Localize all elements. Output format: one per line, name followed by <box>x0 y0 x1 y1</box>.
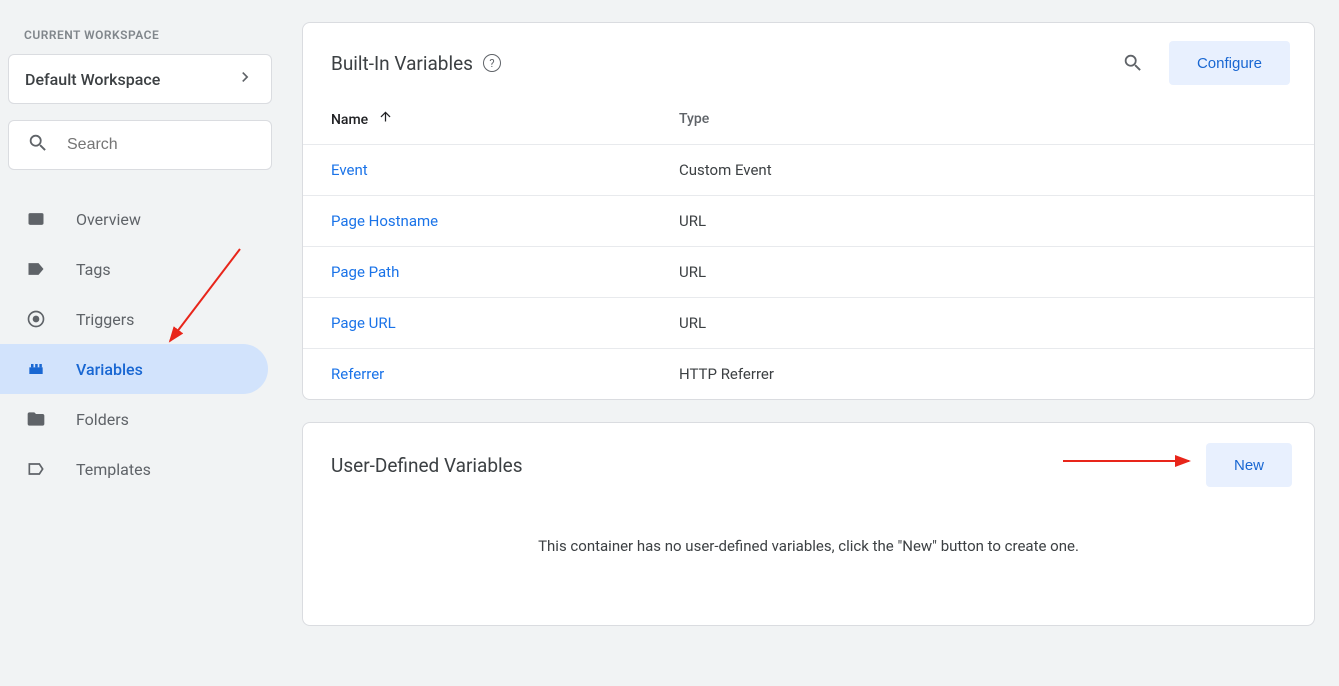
udv-title: User-Defined Variables <box>331 454 523 477</box>
sidebar-item-label: Overview <box>76 210 141 229</box>
builtin-variables-table: Name Type Event Custom Event Page Hostna… <box>303 93 1314 399</box>
folder-icon <box>24 407 48 431</box>
udv-card-header: User-Defined Variables New <box>303 423 1314 487</box>
variable-type: URL <box>679 196 1314 247</box>
tag-icon <box>24 257 48 281</box>
variable-link[interactable]: Event <box>331 161 368 179</box>
variable-link[interactable]: Page Hostname <box>331 212 438 230</box>
column-name[interactable]: Name <box>303 93 679 145</box>
variable-type: URL <box>679 298 1314 349</box>
variable-icon <box>24 357 48 381</box>
trigger-icon <box>24 307 48 331</box>
builtin-title: Built-In Variables ? <box>331 52 501 75</box>
sidebar-item-label: Folders <box>76 410 129 429</box>
search-icon <box>27 132 67 158</box>
builtin-search-button[interactable] <box>1113 43 1153 83</box>
variable-link[interactable]: Page URL <box>331 314 396 332</box>
table-row[interactable]: Referrer HTTP Referrer <box>303 349 1314 400</box>
dashboard-icon <box>24 207 48 231</box>
search-input[interactable] <box>67 136 274 154</box>
configure-button[interactable]: Configure <box>1169 41 1290 85</box>
udv-empty-state: This container has no user-defined varia… <box>303 487 1314 625</box>
sidebar: CURRENT WORKSPACE Default Workspace Over… <box>0 0 280 686</box>
table-row[interactable]: Event Custom Event <box>303 145 1314 196</box>
sort-asc-icon <box>378 109 393 128</box>
column-type[interactable]: Type <box>679 93 1314 145</box>
variable-type: URL <box>679 247 1314 298</box>
table-row[interactable]: Page Path URL <box>303 247 1314 298</box>
sidebar-item-label: Templates <box>76 460 151 479</box>
sidebar-nav: Overview Tags Triggers Variables Folders <box>0 188 280 500</box>
help-icon[interactable]: ? <box>483 54 501 72</box>
variable-link[interactable]: Referrer <box>331 365 384 383</box>
sidebar-item-variables[interactable]: Variables <box>0 344 268 394</box>
sidebar-item-triggers[interactable]: Triggers <box>0 294 268 344</box>
sidebar-item-label: Variables <box>76 360 143 379</box>
sidebar-item-tags[interactable]: Tags <box>0 244 268 294</box>
chevron-right-icon <box>235 67 255 91</box>
variable-type: HTTP Referrer <box>679 349 1314 400</box>
workspace-selector[interactable]: Default Workspace <box>8 54 272 104</box>
user-defined-variables-card: User-Defined Variables New This containe… <box>302 422 1315 626</box>
builtin-title-text: Built-In Variables <box>331 52 473 75</box>
builtin-variables-card: Built-In Variables ? Configure Name <box>302 22 1315 400</box>
workspace-label: CURRENT WORKSPACE <box>0 20 280 50</box>
builtin-card-header: Built-In Variables ? Configure <box>303 23 1314 93</box>
sidebar-item-label: Triggers <box>76 310 134 329</box>
sidebar-item-overview[interactable]: Overview <box>0 194 268 244</box>
template-icon <box>24 457 48 481</box>
sidebar-item-folders[interactable]: Folders <box>0 394 268 444</box>
table-row[interactable]: Page Hostname URL <box>303 196 1314 247</box>
new-button[interactable]: New <box>1206 443 1292 487</box>
workspace-name: Default Workspace <box>25 70 160 89</box>
variable-type: Custom Event <box>679 145 1314 196</box>
main-content: Built-In Variables ? Configure Name <box>280 0 1339 686</box>
variable-link[interactable]: Page Path <box>331 263 399 281</box>
sidebar-item-label: Tags <box>76 260 111 279</box>
table-row[interactable]: Page URL URL <box>303 298 1314 349</box>
search-input-container[interactable] <box>8 120 272 170</box>
sidebar-item-templates[interactable]: Templates <box>0 444 268 494</box>
